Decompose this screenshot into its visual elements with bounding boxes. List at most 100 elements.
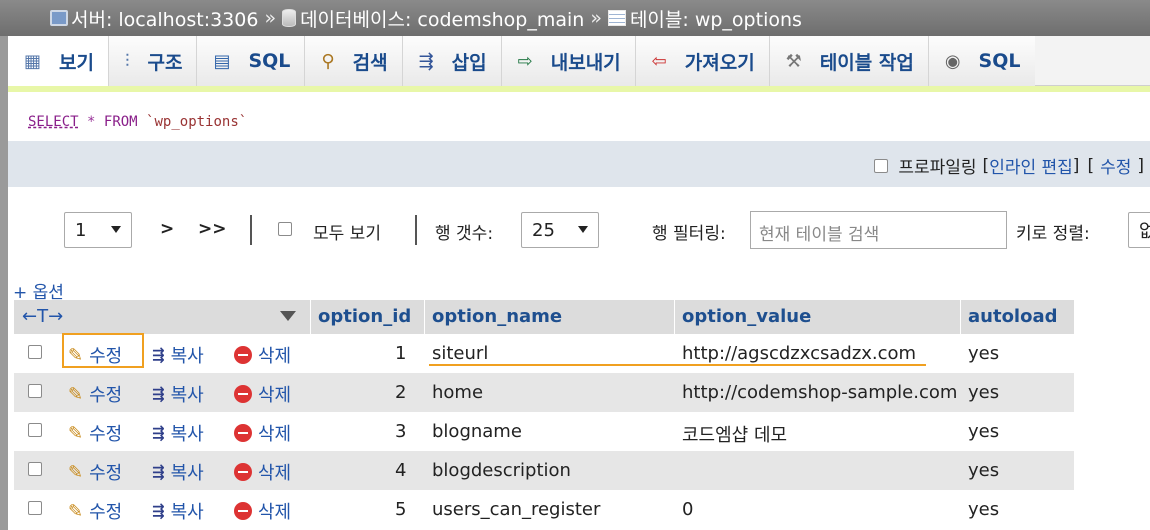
- delete-icon: [234, 424, 252, 442]
- edit-row-button[interactable]: ✎ 수정: [68, 459, 122, 485]
- sql-keyword-from: FROM: [103, 114, 138, 130]
- tab-label: 보기: [59, 51, 94, 74]
- delete-row-label: 삭제: [258, 463, 292, 484]
- cell-option-value[interactable]: http://agscdzxcsadzx.com: [682, 343, 916, 364]
- delete-row-button[interactable]: 삭제: [234, 381, 291, 407]
- breadcrumb-database[interactable]: 데이터베이스: codemshop_main: [300, 5, 584, 32]
- rows-select-value: 25: [532, 219, 555, 241]
- copy-icon: ⇶: [152, 463, 165, 481]
- breadcrumb-table[interactable]: 테이블: wp_options: [630, 5, 802, 32]
- cell-option-id[interactable]: 3: [395, 421, 406, 442]
- cell-option-name[interactable]: siteurl: [432, 343, 488, 364]
- edit-row-label: 수정: [89, 424, 123, 445]
- delete-row-button[interactable]: 삭제: [234, 342, 291, 368]
- edit-row-button[interactable]: ✎ 수정: [68, 381, 122, 407]
- left-edge: [0, 36, 8, 530]
- row-checkbox[interactable]: [28, 423, 42, 437]
- tab-tracking[interactable]: ◉ SQL: [928, 36, 1035, 86]
- sort-select[interactable]: 없: [1128, 212, 1150, 248]
- breadcrumb: 서버: localhost:3306 » 데이터베이스: codemshop_m…: [0, 0, 1150, 36]
- pencil-icon: ✎: [68, 383, 84, 405]
- show-all-checkbox[interactable]: [278, 222, 292, 236]
- inline-edit-link[interactable]: 인라인 편집: [989, 153, 1073, 178]
- tab-label: 가져오기: [684, 51, 755, 74]
- breadcrumb-server[interactable]: 서버: localhost:3306: [71, 5, 258, 32]
- cell-option-name[interactable]: home: [432, 382, 483, 403]
- cell-option-name[interactable]: users_can_register: [432, 499, 600, 520]
- browse-icon: ▦: [24, 50, 42, 72]
- tab-sql[interactable]: ▤ SQL: [197, 36, 306, 86]
- bracket: ]: [1072, 155, 1080, 176]
- tab-search[interactable]: ⚲ 검색: [305, 36, 403, 86]
- pencil-icon: ✎: [68, 422, 84, 444]
- sort-arrow-icon[interactable]: [280, 311, 296, 321]
- cell-option-name[interactable]: blogname: [432, 421, 522, 442]
- cell-option-id[interactable]: 5: [395, 499, 406, 520]
- copy-row-button[interactable]: ⇶ 복사: [152, 420, 204, 446]
- server-icon: [50, 10, 68, 26]
- tab-import[interactable]: ⇦ 가져오기: [635, 36, 770, 86]
- delete-row-button[interactable]: 삭제: [234, 420, 291, 446]
- query-box: SELECT * FROM `wp_options`: [8, 86, 1150, 141]
- copy-row-button[interactable]: ⇶ 복사: [152, 381, 204, 407]
- chevron-down-icon: [111, 226, 121, 233]
- tab-structure[interactable]: ⫶ 구조: [108, 36, 198, 86]
- row-checkbox[interactable]: [28, 384, 42, 398]
- profiling-checkbox[interactable]: [874, 158, 889, 173]
- cell-option-value[interactable]: 코드엠샵 데모: [682, 421, 787, 447]
- cell-option-id[interactable]: 1: [395, 343, 406, 364]
- cell-option-value[interactable]: http://codemshop-sample.com: [682, 382, 957, 403]
- cell-autoload[interactable]: yes: [968, 499, 999, 520]
- column-header-autoload[interactable]: autoload: [968, 306, 1058, 327]
- edit-row-button[interactable]: ✎ 수정: [68, 498, 122, 524]
- edit-query-link[interactable]: 수정: [1100, 153, 1131, 178]
- row-checkbox[interactable]: [28, 501, 42, 515]
- sql-icon: ▤: [213, 50, 231, 72]
- tab-label: 구조: [147, 51, 183, 74]
- delete-row-label: 삭제: [258, 502, 292, 523]
- tab-label: 내보내기: [550, 51, 621, 74]
- column-divider: [424, 300, 425, 334]
- column-header-option-value[interactable]: option_value: [682, 306, 811, 327]
- delete-row-button[interactable]: 삭제: [234, 498, 291, 524]
- copy-row-button[interactable]: ⇶ 복사: [152, 498, 204, 524]
- next-page-button[interactable]: >: [160, 219, 174, 239]
- tab-operations[interactable]: ⚒ 테이블 작업: [769, 36, 929, 86]
- delete-icon: [234, 463, 252, 481]
- eye-icon: ◉: [944, 50, 961, 72]
- cell-autoload[interactable]: yes: [968, 460, 999, 481]
- table-header: ←T→ option_id option_name option_value a…: [14, 300, 1074, 334]
- row-checkbox[interactable]: [28, 462, 42, 476]
- filter-label: 행 필터링:: [652, 224, 726, 244]
- cell-autoload[interactable]: yes: [968, 382, 999, 403]
- cell-autoload[interactable]: yes: [968, 421, 999, 442]
- cell-option-name[interactable]: blogdescription: [432, 460, 571, 481]
- filter-input[interactable]: 현재 테이블 검색: [750, 211, 1007, 249]
- copy-row-button[interactable]: ⇶ 복사: [152, 342, 204, 368]
- last-page-button[interactable]: >>: [198, 219, 227, 239]
- tab-browse[interactable]: ▦ 보기: [8, 36, 109, 86]
- column-divider: [674, 300, 675, 334]
- column-header-option-id[interactable]: option_id: [318, 306, 411, 327]
- delete-row-button[interactable]: 삭제: [234, 459, 291, 485]
- copy-icon: ⇶: [152, 424, 165, 442]
- tab-insert[interactable]: ⇶ 삽입: [402, 36, 502, 86]
- edit-row-label: 수정: [89, 385, 123, 406]
- sql-table-name: `wp_options`: [146, 114, 248, 130]
- sql-keyword-select[interactable]: SELECT: [28, 114, 79, 130]
- column-resize-icon[interactable]: ←T→: [22, 306, 63, 327]
- cell-option-id[interactable]: 2: [395, 382, 406, 403]
- edit-row-label: 수정: [89, 502, 123, 523]
- cell-autoload[interactable]: yes: [968, 343, 999, 364]
- row-checkbox[interactable]: [28, 345, 42, 359]
- rows-select[interactable]: 25: [521, 212, 599, 248]
- profiling-label: 프로파일링: [898, 158, 977, 178]
- copy-row-button[interactable]: ⇶ 복사: [152, 459, 204, 485]
- edit-row-button[interactable]: ✎ 수정: [68, 420, 122, 446]
- tab-export[interactable]: ⇨ 내보내기: [501, 36, 636, 86]
- page-select[interactable]: 1: [64, 212, 132, 248]
- breadcrumb-separator: »: [590, 7, 602, 29]
- cell-option-id[interactable]: 4: [395, 460, 406, 481]
- column-header-option-name[interactable]: option_name: [432, 306, 562, 327]
- cell-option-value[interactable]: 0: [682, 499, 693, 520]
